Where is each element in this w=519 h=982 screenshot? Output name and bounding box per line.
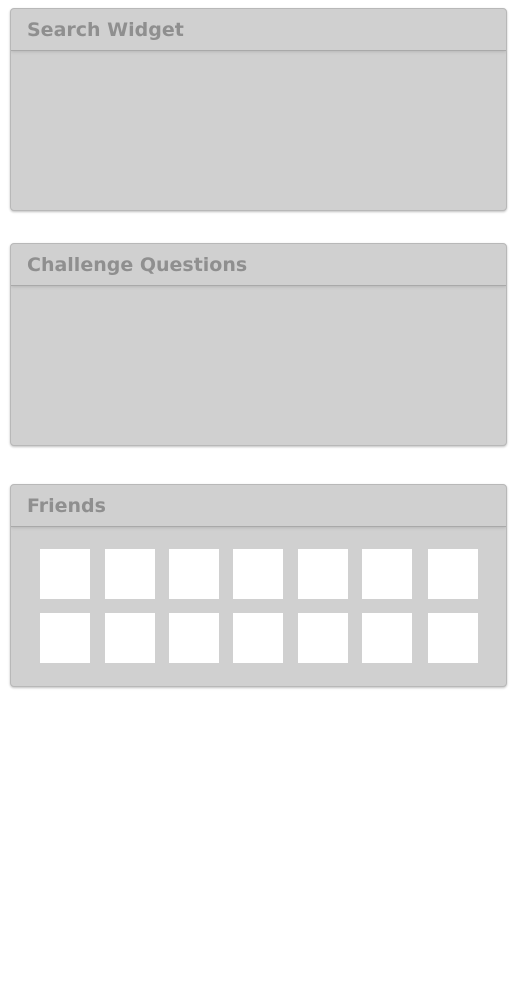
friend-avatar-slot[interactable] (40, 549, 90, 599)
friend-avatar-slot[interactable] (169, 549, 219, 599)
friend-avatar-slot[interactable] (428, 613, 478, 663)
friend-avatar-slot[interactable] (298, 613, 348, 663)
friend-avatar-slot[interactable] (362, 549, 412, 599)
friend-avatar-slot[interactable] (233, 613, 283, 663)
challenge-questions-title: Challenge Questions (11, 244, 506, 286)
friend-avatar-slot[interactable] (40, 613, 90, 663)
search-widget-title: Search Widget (11, 9, 506, 51)
friend-avatar-slot[interactable] (105, 549, 155, 599)
friend-avatar-slot[interactable] (362, 613, 412, 663)
friend-avatar-slot[interactable] (169, 613, 219, 663)
search-widget-panel: Search Widget (10, 8, 507, 211)
friends-title: Friends (11, 485, 506, 527)
friend-avatar-slot[interactable] (105, 613, 155, 663)
friends-panel: Friends (10, 484, 507, 687)
challenge-questions-panel: Challenge Questions (10, 243, 507, 446)
friend-avatar-slot[interactable] (428, 549, 478, 599)
friend-avatar-slot[interactable] (233, 549, 283, 599)
friend-avatar-slot[interactable] (298, 549, 348, 599)
